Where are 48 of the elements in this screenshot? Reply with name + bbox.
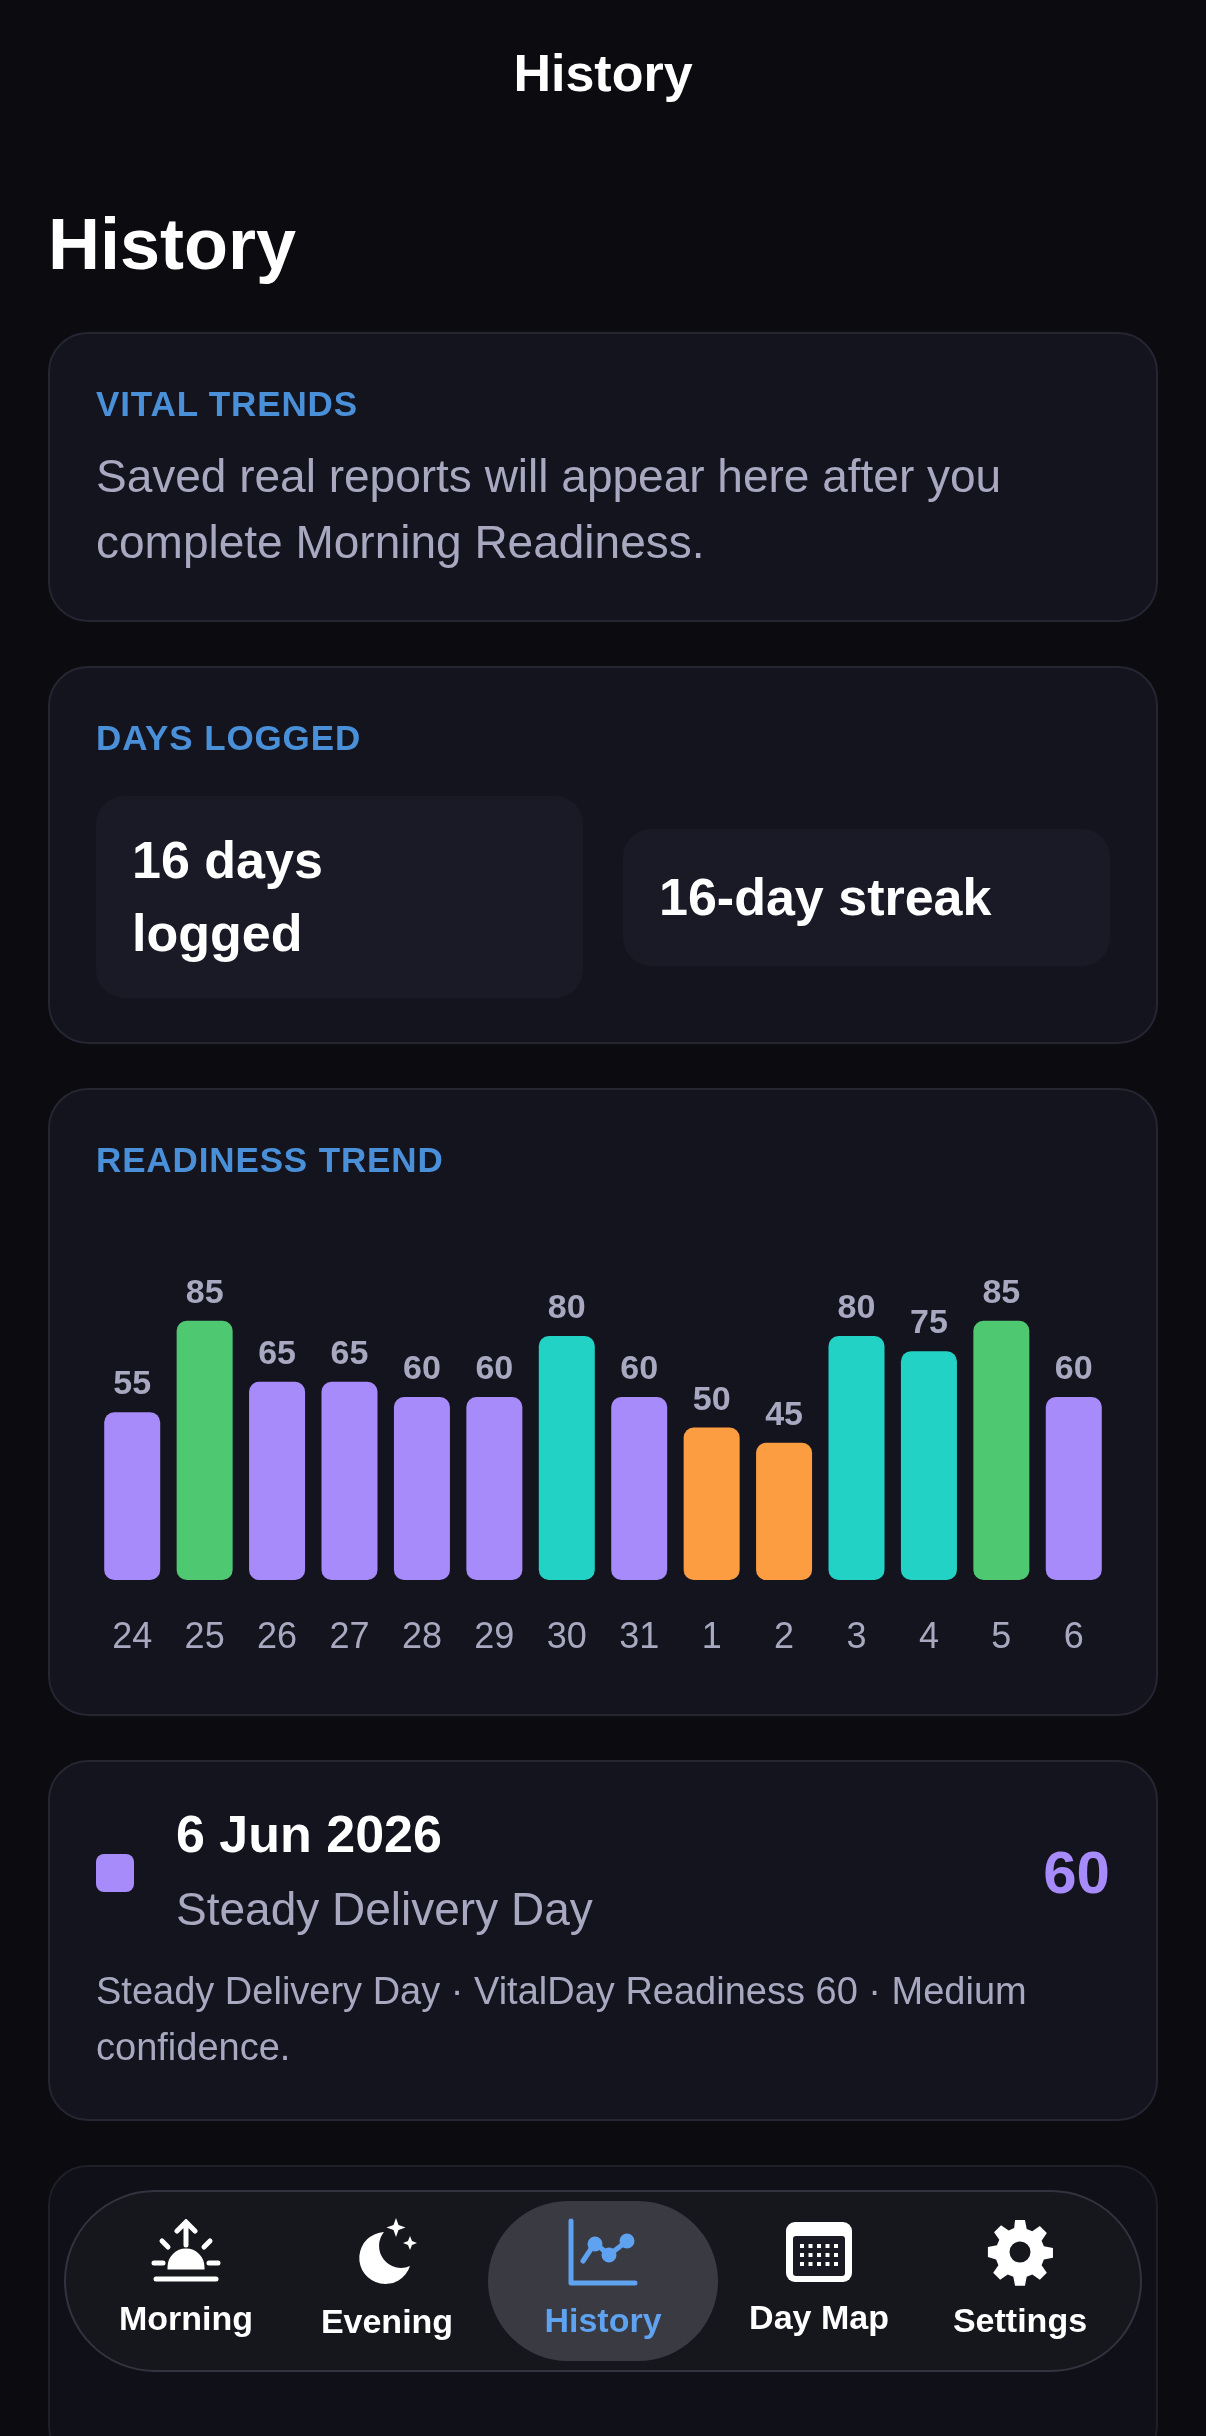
section-label: VITAL TRENDS: [96, 383, 359, 425]
axis-label: 5: [991, 1615, 1012, 1657]
bar-value-label: 60: [620, 1348, 659, 1387]
bar-value-label: 65: [330, 1333, 369, 1372]
bar-value-label: 45: [765, 1394, 803, 1433]
tab-button[interactable]: Evening: [287, 2201, 487, 2361]
nav-title: History: [513, 43, 693, 104]
bar-value-label: 60: [475, 1348, 514, 1387]
bar-value-label: 75: [910, 1302, 948, 1341]
bar-value-label: 65: [258, 1333, 296, 1372]
bar-value-label: 60: [1054, 1348, 1093, 1387]
axis-label: 26: [257, 1615, 298, 1657]
tab-button[interactable]: History: [488, 2201, 718, 2361]
axis-label: 28: [401, 1615, 442, 1657]
axis-label: 2: [774, 1615, 795, 1657]
bar-value-label: 50: [692, 1378, 731, 1417]
entry-score: 60: [1043, 1838, 1110, 1909]
tab-button[interactable]: Settings: [920, 2201, 1120, 2361]
axis-label: 29: [474, 1615, 515, 1657]
section-label: DAYS LOGGED: [96, 716, 363, 759]
line-chart-icon: [567, 2216, 639, 2287]
stat-tile: 16 days logged: [96, 796, 583, 998]
bar-value-label: 55: [113, 1363, 152, 1402]
bar-value-label: 80: [547, 1287, 586, 1326]
entry-summary: Steady Delivery Day · VitalDay Readiness 60 · Medium confidence.: [96, 1969, 1028, 2070]
axis-label: 6: [1063, 1615, 1084, 1657]
sunrise-icon: [150, 2218, 222, 2285]
tab-button[interactable]: Day Map: [719, 2201, 919, 2361]
bar-value-label: 85: [185, 1272, 224, 1311]
bar-value-label: 85: [982, 1272, 1021, 1311]
card-message: Saved real reports will appear here after you complete Morning Readiness.: [96, 448, 1003, 571]
tab-button[interactable]: Morning: [86, 2201, 286, 2361]
entry-date: 6 Jun 2026: [176, 1804, 443, 1866]
calendar-icon: [784, 2219, 854, 2284]
axis-label: 30: [546, 1615, 587, 1657]
axis-label: 4: [918, 1615, 939, 1657]
page-heading: History: [48, 203, 298, 286]
stat-tile: 16-day streak: [623, 828, 1110, 966]
axis-label: 24: [112, 1615, 153, 1657]
axis-label: 31: [619, 1615, 660, 1657]
bar-value-label: 80: [837, 1287, 876, 1326]
axis-label: 3: [846, 1615, 867, 1657]
axis-label: 1: [701, 1615, 722, 1657]
section-label: READINESS TREND: [96, 1138, 445, 1181]
axis-label: 27: [329, 1615, 370, 1657]
entry-title: Steady Delivery Day: [176, 1882, 594, 1938]
axis-label: 25: [184, 1615, 225, 1657]
bar-value-label: 60: [403, 1348, 441, 1387]
